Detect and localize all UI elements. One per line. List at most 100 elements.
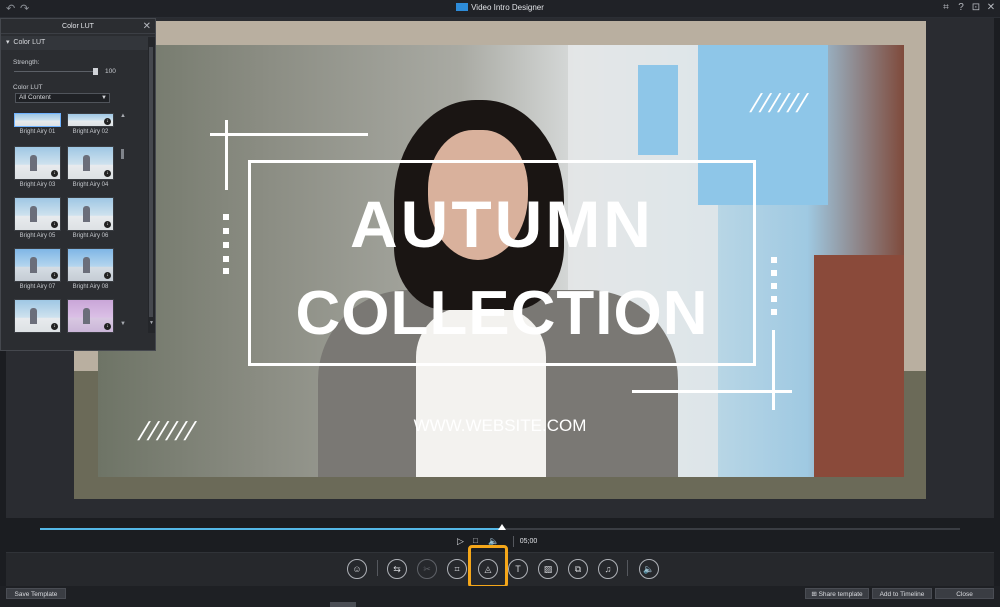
lut-thumbnail [14, 113, 61, 127]
toolbar-separator [377, 560, 378, 576]
figure-icon [30, 308, 37, 324]
deco-dot [223, 256, 229, 262]
lut-item[interactable]: ↓ Bright Airy 03 [14, 146, 61, 188]
panel-scrollbar[interactable]: ▼ [148, 37, 155, 333]
share-template-label: Share template [818, 591, 863, 598]
lut-item[interactable]: Bright Airy 01 [14, 113, 61, 135]
download-icon: ↓ [104, 323, 111, 330]
lut-item[interactable]: ↓ [14, 299, 61, 333]
trim-button: ✂ [417, 559, 437, 579]
strength-slider-track[interactable] [14, 71, 94, 72]
lut-thumbnail: ↓ [67, 299, 114, 333]
restore-icon[interactable]: ⊡ [969, 2, 983, 13]
figure-icon [83, 155, 90, 171]
scroll-thumb[interactable] [121, 149, 124, 159]
lut-item[interactable]: ↓ Bright Airy 07 [14, 248, 61, 290]
play-icon[interactable]: ▷ [457, 536, 464, 547]
deco-line [632, 390, 792, 393]
scroll-up-icon[interactable]: ▲ [120, 113, 126, 119]
download-icon: ↓ [51, 272, 58, 279]
color-lut-label: Color LUT [13, 84, 43, 91]
strength-slider-handle[interactable] [93, 68, 98, 75]
lut-thumbnail: ↓ [67, 248, 114, 282]
headline-collection[interactable]: COLLECTION [248, 278, 756, 349]
download-icon: ↓ [51, 323, 58, 330]
lut-thumbnail: ↓ [67, 113, 114, 127]
collapse-icon: ▾ [6, 39, 10, 46]
download-icon: ↓ [104, 221, 111, 228]
download-icon: ↓ [51, 221, 58, 228]
lut-thumbnail: ↓ [14, 299, 61, 333]
timecode: 05;00 [513, 536, 543, 547]
lut-item[interactable]: ↓ [67, 299, 114, 333]
feedback-icon[interactable]: ⌗ [939, 2, 953, 13]
toolbar-separator [627, 560, 628, 576]
help-icon[interactable]: ? [954, 2, 968, 13]
figure-icon [83, 206, 90, 222]
lut-caption: Bright Airy 06 [72, 233, 109, 239]
deco-dot [771, 257, 777, 263]
scroll-down-icon[interactable]: ▼ [120, 321, 126, 327]
lut-item[interactable]: ↓ Bright Airy 05 [14, 197, 61, 239]
deco-dot [771, 283, 777, 289]
close-button[interactable]: Close [935, 588, 994, 599]
save-template-button[interactable]: Save Template [6, 588, 66, 599]
crop-button[interactable]: ⌗ [447, 559, 467, 579]
website-text[interactable]: WWW.WEBSITE.COM [400, 416, 600, 436]
deco-dot [223, 242, 229, 248]
lut-caption: Bright Airy 04 [72, 182, 109, 188]
lut-caption: Bright Airy 02 [72, 129, 109, 135]
replace-media-button[interactable]: ⇆ [387, 559, 407, 579]
share-icon: ⊞ [811, 591, 819, 598]
figure-icon [30, 257, 37, 273]
deco-line [772, 330, 775, 410]
lut-caption: Bright Airy 08 [72, 284, 109, 290]
deco-dot [771, 296, 777, 302]
content-dropdown[interactable]: All Content ▼ [15, 93, 110, 103]
panel-scroll-thumb[interactable] [149, 47, 153, 317]
overlay-button[interactable]: ⧉ [568, 559, 588, 579]
lut-thumbnail: ↓ [14, 248, 61, 282]
download-icon: ↓ [104, 272, 111, 279]
share-template-button[interactable]: ⊞ Share template [805, 588, 869, 599]
lut-item[interactable]: ↓ Bright Airy 06 [67, 197, 114, 239]
image-button[interactable]: ▨ [538, 559, 558, 579]
effects-button[interactable]: ☺ [347, 559, 367, 579]
deco-dot [223, 268, 229, 274]
strength-value: 100 [105, 68, 116, 75]
lut-thumbnail: ↓ [67, 146, 114, 180]
deco-dot [771, 270, 777, 276]
lut-thumbnail: ↓ [14, 146, 61, 180]
close-icon[interactable]: ✕ [143, 19, 151, 34]
lut-caption: Bright Airy 05 [19, 233, 56, 239]
lut-caption: Bright Airy 01 [19, 129, 56, 135]
download-icon: ↓ [51, 170, 58, 177]
lut-thumbnail: ↓ [67, 197, 114, 231]
figure-icon [83, 257, 90, 273]
lut-item[interactable]: ↓ Bright Airy 02 [67, 113, 114, 135]
deco-line [210, 133, 368, 136]
section-color-lut[interactable]: ▾ Color LUT [1, 36, 155, 50]
window-pane [638, 65, 678, 155]
deco-dot [771, 309, 777, 315]
figure-icon [30, 206, 37, 222]
horizontal-scroll-thumb[interactable] [330, 602, 356, 607]
music-button[interactable]: ♫ [598, 559, 618, 579]
panel-scroll-down-icon[interactable]: ▼ [149, 320, 154, 326]
audio-button[interactable]: 🔈 [639, 559, 659, 579]
close-window-icon[interactable]: ✕ [984, 2, 998, 13]
deco-slashes: ////// [137, 416, 198, 446]
brick-building [814, 255, 904, 477]
lut-item[interactable]: ↓ Bright Airy 04 [67, 146, 114, 188]
stop-icon[interactable]: □ [473, 536, 478, 545]
window-title: Video Intro Designer [0, 3, 1000, 12]
add-to-timeline-button[interactable]: Add to Timeline [872, 588, 932, 599]
playhead-handle[interactable] [497, 524, 506, 530]
lut-caption: Bright Airy 03 [19, 182, 56, 188]
headline-autumn[interactable]: AUTUMN [248, 186, 756, 262]
lut-item[interactable]: ↓ Bright Airy 08 [67, 248, 114, 290]
color-lut-panel: Color LUT ✕ ▾ Color LUT Strength: 100 Co… [0, 18, 156, 351]
title-text-button[interactable]: T [508, 559, 528, 579]
lut-grid-scrollbar[interactable]: ▲ ▼ [120, 113, 126, 331]
figure-icon [30, 155, 37, 171]
